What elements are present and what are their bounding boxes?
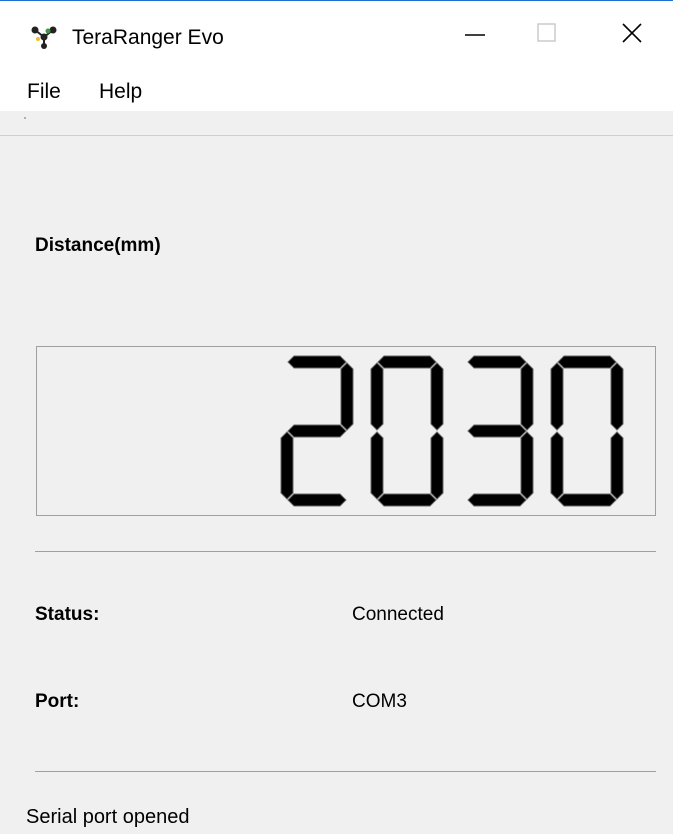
close-button[interactable] xyxy=(597,1,667,65)
separator-bottom xyxy=(35,771,656,772)
lcd-segment-c xyxy=(520,431,534,500)
lcd-segment-a xyxy=(557,355,617,369)
toolbar-strip xyxy=(0,111,673,136)
lcd-digit xyxy=(280,355,354,507)
menu-help[interactable]: Help xyxy=(99,80,142,104)
statusbar-message: Serial port opened xyxy=(26,806,190,828)
status-value: Connected xyxy=(352,604,444,625)
close-icon xyxy=(622,23,642,43)
lcd-segment-e xyxy=(370,431,384,500)
maximize-button[interactable] xyxy=(512,1,582,65)
lcd-segment-b xyxy=(430,362,444,431)
lcd-segment-e xyxy=(550,431,564,500)
title-bar[interactable]: TeraRanger Evo xyxy=(0,1,673,65)
lcd-digit xyxy=(370,355,444,507)
lcd-segment-g xyxy=(467,424,527,438)
lcd-segment-f xyxy=(550,362,564,431)
window-title: TeraRanger Evo xyxy=(72,26,224,49)
separator-top xyxy=(35,551,656,552)
app-window: TeraRanger Evo File Help Distance(mm) St… xyxy=(0,0,673,834)
minimize-button[interactable] xyxy=(440,1,510,65)
lcd-segment-e xyxy=(280,431,294,500)
maximize-icon xyxy=(537,23,556,42)
port-label: Port: xyxy=(35,691,80,712)
lcd-segment-d xyxy=(287,493,347,507)
lcd-digit xyxy=(467,355,534,507)
status-label: Status: xyxy=(35,604,100,625)
minimize-icon xyxy=(465,34,485,36)
lcd-segment-d xyxy=(557,493,617,507)
lcd-segment-a xyxy=(377,355,437,369)
lcd-segment-a xyxy=(287,355,347,369)
lcd-segment-c xyxy=(610,431,624,500)
menu-file[interactable]: File xyxy=(27,80,61,104)
lcd-segment-b xyxy=(610,362,624,431)
lcd-digit xyxy=(550,355,624,507)
lcd-segment-d xyxy=(377,493,437,507)
distance-label: Distance(mm) xyxy=(35,235,161,256)
lcd-segment-d xyxy=(467,493,527,507)
lcd-readout xyxy=(280,355,624,507)
lcd-segment-c xyxy=(430,431,444,500)
menu-bar: File Help xyxy=(0,65,673,111)
lcd-segment-b xyxy=(340,362,354,431)
port-value: COM3 xyxy=(352,691,407,712)
lcd-segment-b xyxy=(520,362,534,431)
lcd-segment-g xyxy=(287,424,347,438)
distance-display xyxy=(36,346,656,516)
teraranger-logo-icon xyxy=(31,26,57,49)
lcd-segment-f xyxy=(370,362,384,431)
lcd-segment-a xyxy=(467,355,527,369)
toolbar-grip[interactable] xyxy=(24,117,26,119)
